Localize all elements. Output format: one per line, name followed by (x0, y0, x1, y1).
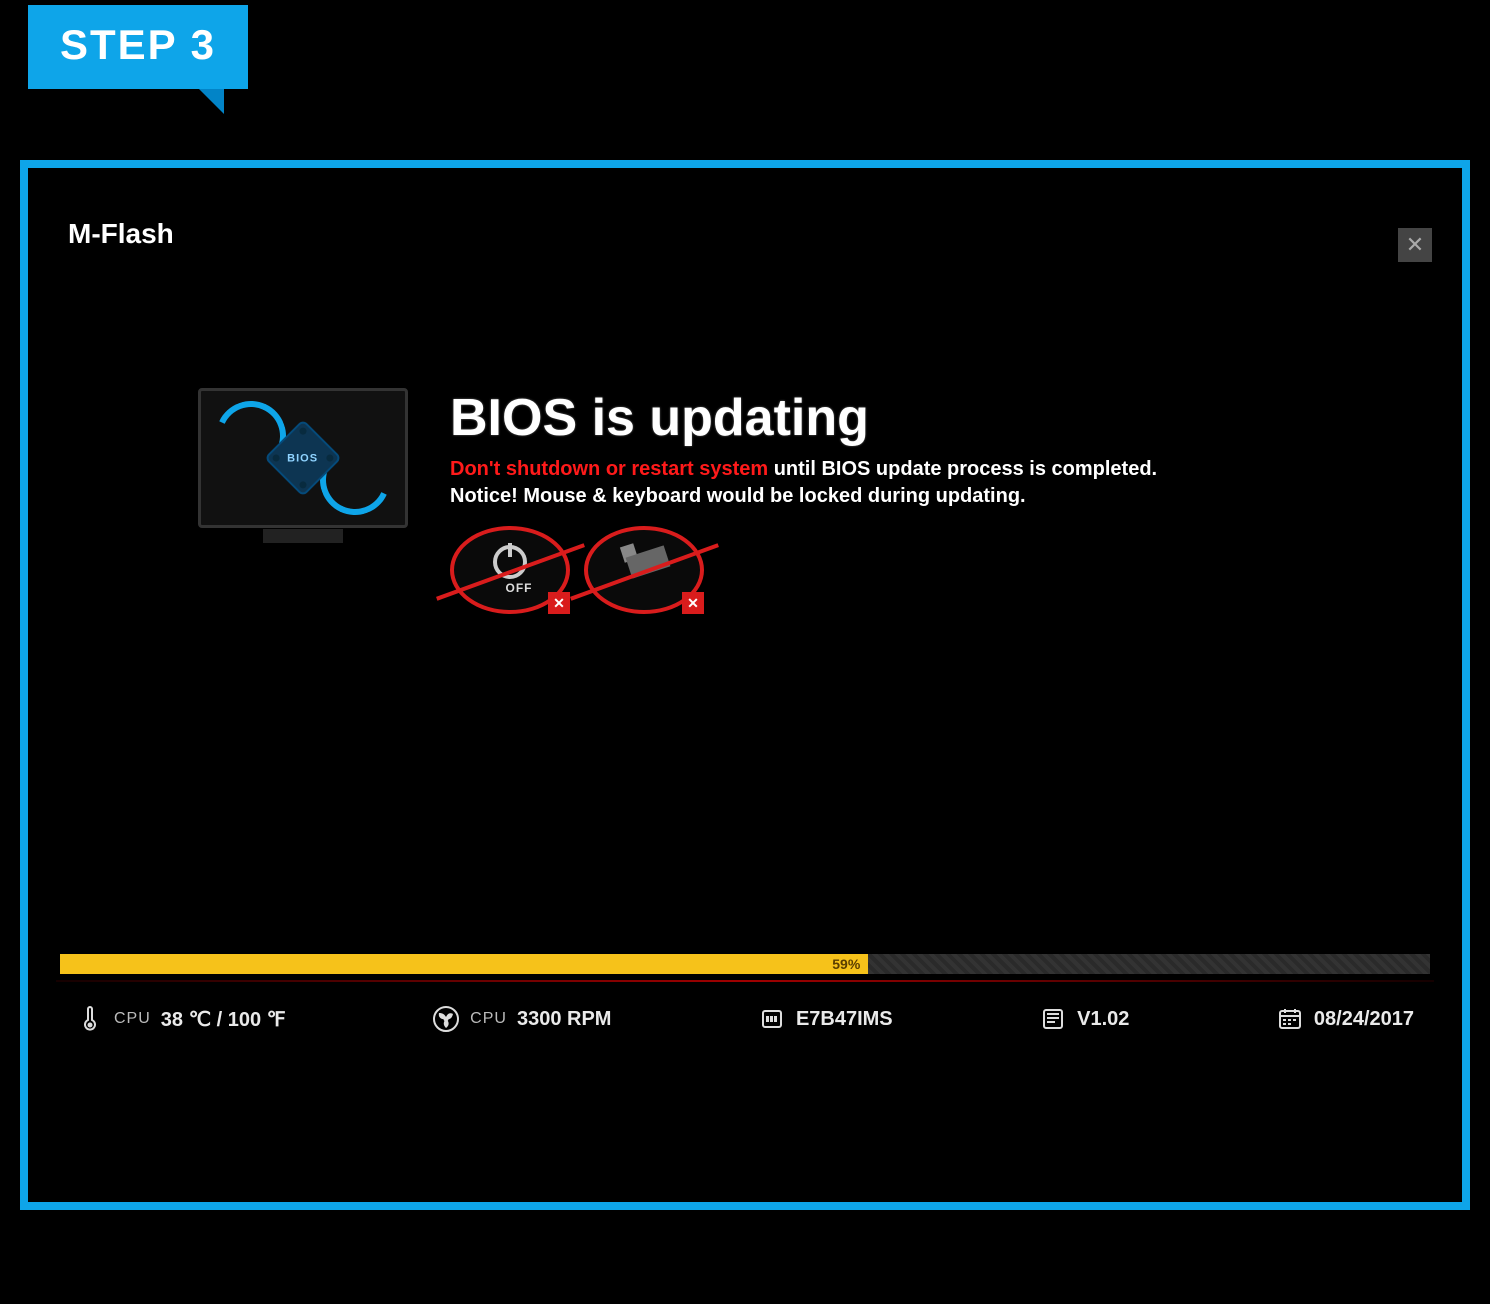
fan-icon (432, 1006, 460, 1032)
progress-percent: 59% (832, 956, 860, 972)
mflash-window: M-Flash ✕ BIOS BIOS is updating Don't sh… (28, 168, 1462, 1202)
usb-drive-icon (614, 545, 674, 595)
step-badge-label: STEP 3 (60, 21, 216, 68)
status-temp-label: CPU (114, 1010, 151, 1028)
status-fan-label: CPU (470, 1010, 507, 1028)
screenshot-frame: M-Flash ✕ BIOS BIOS is updating Don't sh… (20, 160, 1470, 1210)
prohibit-power-icon: OFF ✕ (450, 526, 570, 614)
x-badge-icon: ✕ (682, 592, 704, 614)
update-headline: BIOS is updating (450, 388, 1382, 448)
warning-line: Don't shutdown or restart system until B… (450, 458, 1382, 481)
status-bios-version: V1.02 (1039, 1008, 1129, 1031)
power-icon: OFF (488, 545, 533, 595)
x-badge-icon: ✕ (548, 592, 570, 614)
power-off-label: OFF (506, 581, 533, 595)
status-temp-value: 38 ℃ / 100 ℉ (161, 1007, 286, 1032)
step-badge: STEP 3 (28, 5, 248, 89)
status-bar: CPU 38 ℃ / 100 ℉ CPU 3300 RPM E7B47IMS (76, 1006, 1414, 1032)
status-date-value: 08/24/2017 (1314, 1008, 1414, 1031)
prohibit-row: OFF ✕ ✕ (450, 526, 1382, 614)
chip-icon (758, 1008, 786, 1030)
status-cpu-fan: CPU 3300 RPM (432, 1006, 611, 1032)
close-icon: ✕ (1406, 232, 1424, 257)
bios-chip-label: BIOS (288, 452, 319, 464)
warning-danger: Don't shutdown or restart system (450, 458, 768, 480)
window-title: M-Flash (68, 218, 174, 250)
prohibit-unplug-icon: ✕ (584, 526, 704, 614)
calendar-icon (1276, 1008, 1304, 1030)
status-bios-value: E7B47IMS (796, 1008, 893, 1031)
progress-bar: 59% (60, 954, 1430, 974)
close-button[interactable]: ✕ (1398, 228, 1432, 262)
thermometer-icon (76, 1006, 104, 1032)
status-cpu-temp: CPU 38 ℃ / 100 ℉ (76, 1006, 286, 1032)
bios-monitor-graphic: BIOS (198, 388, 408, 528)
divider-line (56, 980, 1434, 982)
status-date: 08/24/2017 (1276, 1008, 1414, 1031)
progress-fill: 59% (60, 954, 868, 974)
status-fan-value: 3300 RPM (517, 1008, 612, 1031)
notice-line: Notice! Mouse & keyboard would be locked… (450, 485, 1382, 508)
warning-rest: until BIOS update process is completed. (774, 458, 1157, 480)
status-bios-id: E7B47IMS (758, 1008, 893, 1031)
version-icon (1039, 1008, 1067, 1030)
update-content: BIOS BIOS is updating Don't shutdown or … (198, 388, 1382, 614)
status-version-value: V1.02 (1077, 1008, 1129, 1031)
message-block: BIOS is updating Don't shutdown or resta… (450, 388, 1382, 614)
